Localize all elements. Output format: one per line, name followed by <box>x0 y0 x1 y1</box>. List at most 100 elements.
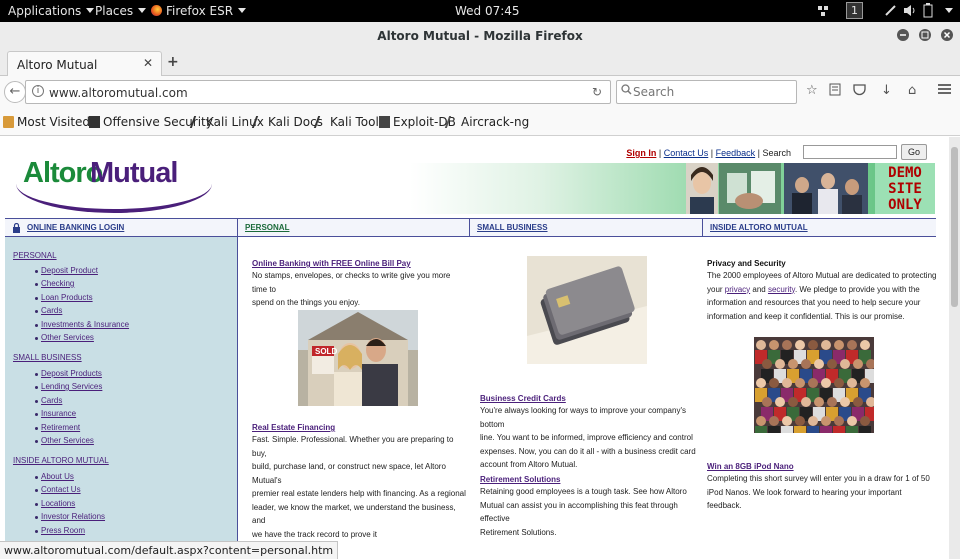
banner-photo-hands <box>719 163 781 214</box>
sidebar-item-checking[interactable]: Checking <box>41 279 74 288</box>
download-icon[interactable]: ↓ <box>881 83 892 98</box>
demo-line: SITE <box>888 181 922 197</box>
feedback-link[interactable]: Feedback <box>716 148 756 158</box>
bookmark-label: Most Visited <box>17 115 91 129</box>
status-bar-url: www.altoromutual.com/default.aspx?conten… <box>0 541 339 559</box>
app-menu-label: Firefox ESR <box>166 4 234 18</box>
bullet-icon <box>35 297 38 300</box>
volume-icon[interactable] <box>903 4 917 20</box>
system-menu[interactable] <box>940 4 953 18</box>
aircrack-icon <box>444 116 461 128</box>
real-estate-heading-link[interactable]: Real Estate Financing <box>252 423 335 432</box>
sidebar-item-investor-relations[interactable]: Investor Relations <box>41 512 105 521</box>
ipod-nano-text: Completing this short survey will enter … <box>707 472 937 513</box>
sidebar-head-inside-altoro[interactable]: INSIDE ALTORO MUTUAL <box>13 456 109 465</box>
text-line: You're always looking for ways to improv… <box>480 406 686 429</box>
text-line: premier real estate lenders help with fi… <box>252 489 466 498</box>
top-links: Sign In | Contact Us | Feedback | Search <box>626 148 791 158</box>
gnome-top-bar: Applications Places Firefox ESR Wed 07:4… <box>0 0 960 22</box>
exploit-db-icon <box>379 116 390 128</box>
retirement-solutions-heading-link[interactable]: Retirement Solutions <box>480 475 560 484</box>
scrollbar-thumb[interactable] <box>951 147 958 307</box>
contact-us-link[interactable]: Contact Us <box>664 148 709 158</box>
sidebar-item-locations[interactable]: Locations <box>41 499 75 508</box>
online-banking-heading-link[interactable]: Online Banking with FREE Online Bill Pay <box>252 259 411 268</box>
text-line: information and keep it confidential. Th… <box>707 311 905 321</box>
bookmark-aircrack-ng[interactable]: Aircrack-ng <box>444 115 529 129</box>
sidebar-item-contact-us[interactable]: Contact Us <box>41 485 81 494</box>
reload-icon[interactable]: ↻ <box>592 85 602 99</box>
site-search-input[interactable] <box>803 145 897 159</box>
workspace-indicator[interactable]: 1 <box>846 2 863 19</box>
back-button[interactable]: ← <box>4 81 26 103</box>
info-icon[interactable]: i <box>32 85 44 97</box>
text-line: iPod Nanos. We look forward to hearing y… <box>707 487 902 511</box>
sidebar-item-other-services[interactable]: Other Services <box>41 333 94 342</box>
battery-icon[interactable] <box>923 3 933 21</box>
sidebar-item-insurance[interactable]: Insurance <box>41 409 76 418</box>
search-input[interactable] <box>633 84 793 100</box>
menu-icon[interactable] <box>938 83 951 99</box>
sidebar-item-deposit-product[interactable]: Deposit Product <box>41 266 98 275</box>
url-bar[interactable]: i www.altoromutual.com ↻ <box>25 80 611 104</box>
tab-altoro[interactable]: Altoro Mutual ✕ <box>7 51 162 76</box>
nav-inside-altoro[interactable]: INSIDE ALTORO MUTUAL <box>710 219 808 236</box>
sidebar-item-cards[interactable]: Cards <box>41 306 62 315</box>
bookmarks-toolbar: Most Visited▼ Offensive Security Kali Li… <box>0 108 960 136</box>
sidebar-item-other-services[interactable]: Other Services <box>41 436 94 445</box>
pocket-icon[interactable] <box>853 83 866 100</box>
ipod-nano-heading-link[interactable]: Win an 8GB iPod Nano <box>707 462 794 471</box>
app-menu[interactable]: Firefox ESR <box>151 4 247 18</box>
couple-house-photo: SOLD <box>298 310 418 406</box>
applications-menu[interactable]: Applications <box>8 4 95 18</box>
sidebar-item-lending-services[interactable]: Lending Services <box>41 382 102 391</box>
sidebar-item-investments[interactable]: Investments & Insurance <box>41 320 129 329</box>
search-label: Search <box>762 148 791 158</box>
altoro-logo[interactable]: Altoro Mutual <box>16 155 220 213</box>
network-status-icon[interactable] <box>817 5 829 20</box>
vertical-scrollbar[interactable] <box>949 137 960 559</box>
sidebar-item-press-room[interactable]: Press Room <box>41 526 85 535</box>
bookmark-most-visited[interactable]: Most Visited▼ <box>3 115 98 129</box>
sold-sign-text: SOLD <box>315 347 337 356</box>
pen-icon[interactable] <box>884 4 897 20</box>
sign-in-link[interactable]: Sign In <box>626 148 656 158</box>
places-menu[interactable]: Places <box>95 4 147 18</box>
bookmark-star-icon[interactable]: ☆ <box>806 83 818 98</box>
bullet-icon <box>35 476 38 479</box>
reading-list-icon[interactable] <box>829 83 841 100</box>
sidebar-head-small-business[interactable]: SMALL BUSINESS <box>13 353 82 362</box>
security-link[interactable]: security <box>768 285 795 294</box>
sidebar-item-about-us[interactable]: About Us <box>41 472 74 481</box>
go-button[interactable]: Go <box>901 144 927 160</box>
bullet-icon <box>35 489 38 492</box>
nav-personal[interactable]: PERSONAL <box>245 219 289 236</box>
home-icon[interactable]: ⌂ <box>908 83 916 98</box>
online-banking-login-link[interactable]: ONLINE BANKING LOGIN <box>27 219 124 236</box>
chevron-down-icon <box>945 8 953 13</box>
text-line: information and resources that you need … <box>707 298 921 307</box>
tab-close-icon[interactable]: ✕ <box>143 56 153 70</box>
sidebar-item-deposit-products[interactable]: Deposit Products <box>41 369 102 378</box>
search-box[interactable] <box>616 80 797 104</box>
demo-line: DEMO <box>888 165 922 181</box>
bullet-icon <box>35 413 38 416</box>
text-line: spend on the things you enjoy. <box>252 298 360 307</box>
business-credit-cards-heading-link[interactable]: Business Credit Cards <box>480 394 566 403</box>
sidebar-item-cards[interactable]: Cards <box>41 396 62 405</box>
close-button[interactable] <box>941 29 953 41</box>
maximize-button[interactable] <box>919 29 931 41</box>
bookmark-kali-docs[interactable]: Kali Docs <box>251 115 323 129</box>
new-tab-icon[interactable]: + <box>167 54 179 70</box>
sidebar-head-personal[interactable]: PERSONAL <box>13 251 57 260</box>
bullet-icon <box>35 337 38 340</box>
text-line: leader, we know the market, we understan… <box>252 502 456 526</box>
clock[interactable]: Wed 07:45 <box>455 4 520 18</box>
bookmark-label: Kali Tools <box>330 115 386 129</box>
minimize-button[interactable] <box>897 29 909 41</box>
sidebar-item-loan-products[interactable]: Loan Products <box>41 293 93 302</box>
sidebar-item-retirement[interactable]: Retirement <box>41 423 80 432</box>
nav-small-business[interactable]: SMALL BUSINESS <box>477 219 548 236</box>
privacy-link[interactable]: privacy <box>725 285 750 294</box>
bookmark-kali-tools[interactable]: Kali Tools <box>313 115 386 129</box>
